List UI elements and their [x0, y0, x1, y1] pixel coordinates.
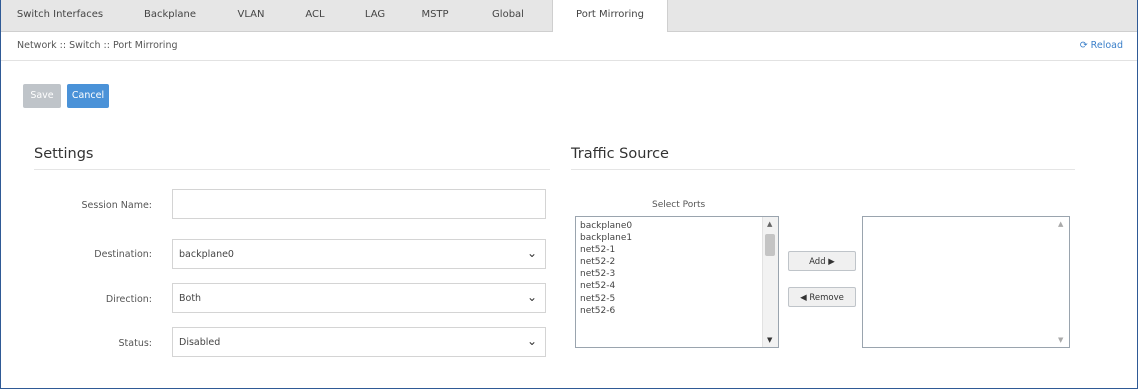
list-item[interactable]: net52-4: [580, 280, 632, 292]
status-label: Status:: [118, 338, 152, 349]
reload-label: Reload: [1090, 40, 1123, 51]
list-item[interactable]: net52-5: [580, 293, 632, 305]
list-item[interactable]: net52-3: [580, 268, 632, 280]
vertical-scrollbar[interactable]: ▲ ▼: [762, 217, 778, 347]
tab-backplane[interactable]: Backplane: [135, 0, 205, 31]
add-button[interactable]: Add ▶: [788, 251, 856, 271]
available-ports-list[interactable]: backplane0 backplane1 net52-1 net52-2 ne…: [575, 216, 779, 348]
breadcrumb-bar: Network :: Switch :: Port Mirroring ⟳ Rel…: [1, 32, 1137, 61]
status-value: Disabled: [179, 337, 221, 348]
list-item[interactable]: backplane1: [580, 232, 632, 244]
direction-label: Direction:: [105, 294, 152, 305]
cancel-button[interactable]: Cancel: [67, 84, 109, 108]
session-name-label: Session Name:: [81, 200, 153, 211]
list-item[interactable]: net52-2: [580, 256, 632, 268]
tab-vlan[interactable]: VLAN: [231, 0, 271, 31]
session-name-input[interactable]: [172, 189, 546, 219]
scroll-down-icon[interactable]: ▼: [1058, 336, 1063, 344]
status-select[interactable]: Disabled ⌄: [172, 327, 546, 357]
save-button[interactable]: Save: [23, 84, 61, 108]
list-item[interactable]: backplane0: [580, 220, 632, 232]
traffic-source-divider: [571, 169, 1075, 170]
tab-lag[interactable]: LAG: [358, 0, 392, 31]
destination-value: backplane0: [179, 249, 234, 260]
direction-value: Both: [179, 293, 202, 304]
destination-select[interactable]: backplane0 ⌄: [172, 239, 546, 269]
list-item[interactable]: net52-1: [580, 244, 632, 256]
destination-label: Destination:: [94, 249, 152, 260]
tab-port-mirroring[interactable]: Port Mirroring: [552, 0, 668, 32]
refresh-icon: ⟳: [1079, 40, 1088, 51]
tab-acl[interactable]: ACL: [297, 0, 333, 31]
settings-heading: Settings: [34, 146, 94, 162]
reload-button[interactable]: ⟳ Reload: [1080, 40, 1123, 51]
direction-select[interactable]: Both ⌄: [172, 283, 546, 313]
tab-switch-interfaces[interactable]: Switch Interfaces: [11, 0, 109, 31]
tab-global[interactable]: Global: [483, 0, 533, 31]
remove-button[interactable]: ◀ Remove: [788, 287, 856, 307]
scroll-up-icon[interactable]: ▲: [767, 220, 772, 228]
tab-mstp[interactable]: MSTP: [413, 0, 457, 31]
scrollbar-thumb[interactable]: [765, 234, 775, 256]
ports-list: backplane0 backplane1 net52-1 net52-2 ne…: [580, 220, 632, 317]
list-item[interactable]: net52-6: [580, 305, 632, 317]
chevron-down-icon: ⌄: [526, 334, 537, 348]
scroll-up-icon[interactable]: ▲: [1058, 220, 1063, 228]
scroll-down-icon[interactable]: ▼: [767, 336, 772, 344]
tab-bar: Switch Interfaces Backplane VLAN ACL LAG…: [1, 0, 1137, 32]
chevron-down-icon: ⌄: [526, 290, 537, 304]
select-ports-label: Select Ports: [652, 200, 706, 210]
traffic-source-heading: Traffic Source: [571, 146, 669, 162]
breadcrumb: Network :: Switch :: Port Mirroring: [17, 40, 178, 51]
chevron-down-icon: ⌄: [526, 246, 537, 260]
settings-divider: [34, 169, 550, 170]
selected-ports-list[interactable]: ▲ ▼: [862, 216, 1070, 348]
vertical-scrollbar[interactable]: ▲ ▼: [1054, 217, 1069, 347]
